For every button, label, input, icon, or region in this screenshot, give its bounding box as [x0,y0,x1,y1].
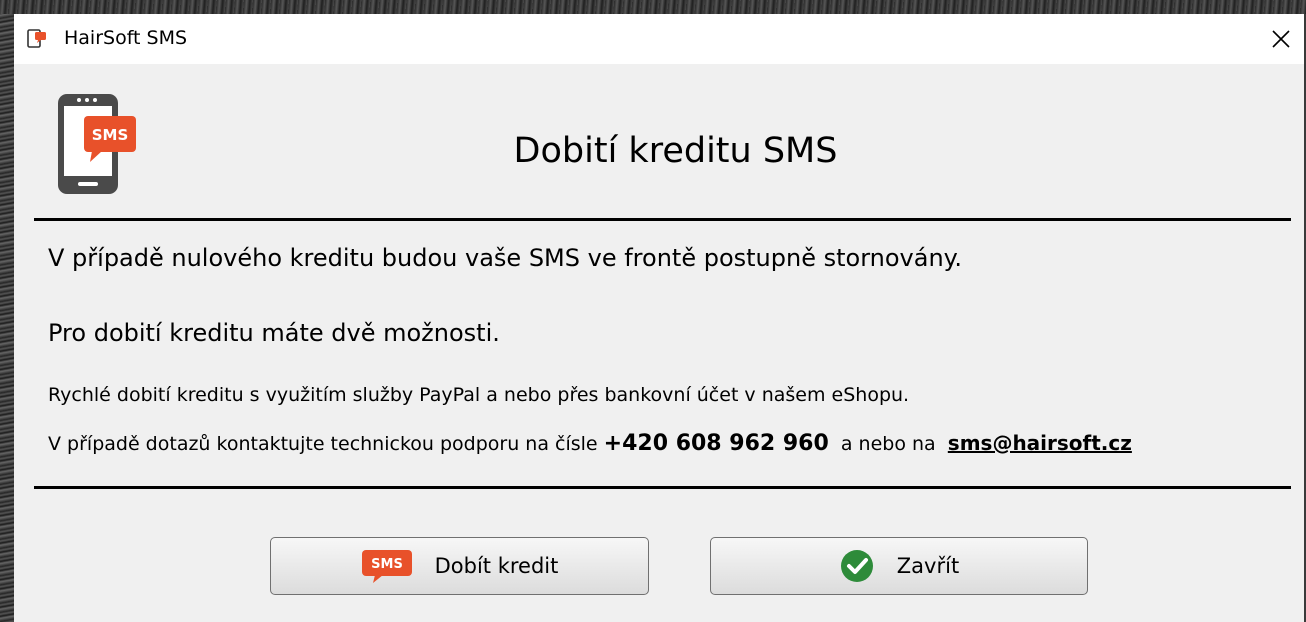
top-up-credit-label: Dobít kredit [434,554,559,578]
support-phone: +420 608 962 960 [603,431,829,456]
dialog-window: HairSoft SMS SMS Dobití kreditu SMS V př… [14,14,1304,622]
close-icon [1272,30,1290,48]
close-window-button[interactable] [1258,14,1304,64]
info-paypal: Rychlé dobití kreditu s využitím služby … [48,384,910,406]
close-button[interactable]: Zavřít [710,537,1088,595]
divider-top [34,218,1291,221]
support-text-middle: a nebo na [840,433,936,455]
window-title: HairSoft SMS [64,27,188,49]
top-up-credit-button[interactable]: SMS Dobít kredit [270,537,649,595]
desktop-background-top [0,0,1306,14]
title-bar[interactable]: HairSoft SMS [14,14,1304,64]
info-options: Pro dobití kreditu máte dvě možnosti. [48,319,500,347]
app-icon [26,26,50,50]
divider-bottom [34,486,1291,489]
checkmark-icon [840,550,873,582]
support-text-prefix: V případě dotazů kontaktujte technickou … [48,433,598,455]
support-email-link[interactable]: sms@hairsoft.cz [948,431,1132,455]
info-zero-credit: V případě nulového kreditu budou vaše SM… [48,244,963,272]
desktop-background [0,0,14,622]
dialog-heading: Dobití kreditu SMS [513,131,838,171]
close-button-label: Zavřít [896,554,960,578]
sms-badge-icon: SMS [361,550,412,583]
info-support: V případě dotazů kontaktujte technickou … [48,431,1132,456]
sms-badge-text: SMS [371,557,403,572]
